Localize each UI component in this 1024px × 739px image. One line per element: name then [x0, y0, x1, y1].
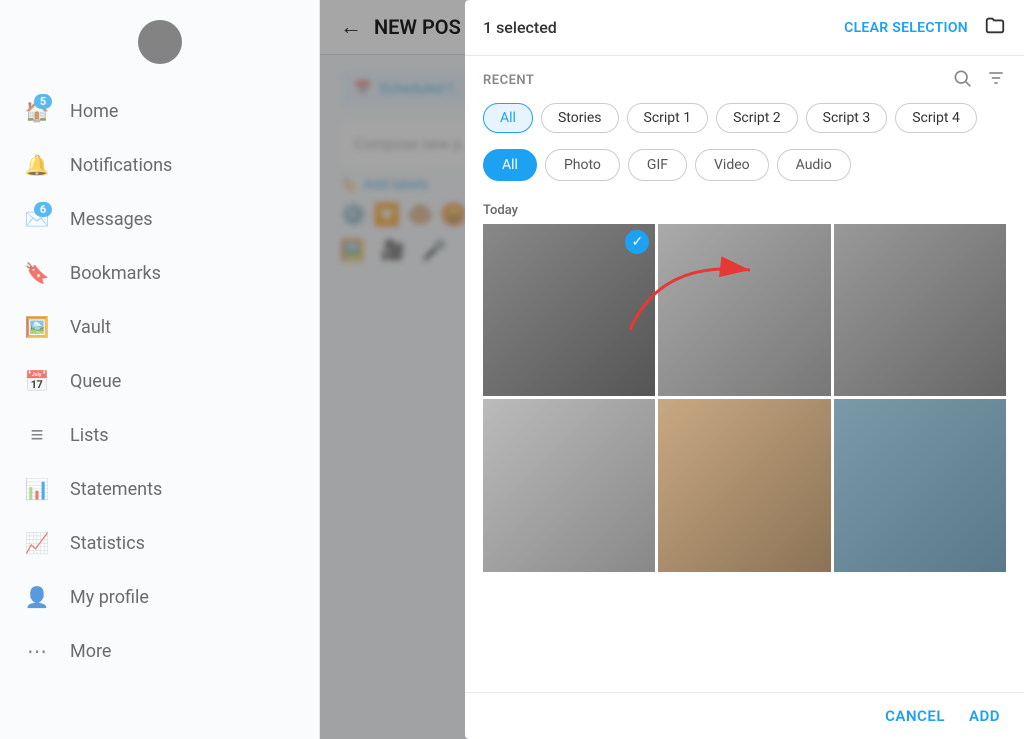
- bookmarks-icon: 🔖: [24, 260, 50, 286]
- sidebar-item-more[interactable]: ⋯ More: [0, 624, 319, 678]
- script-tab-stories[interactable]: Stories: [541, 103, 619, 133]
- sidebar-item-notifications[interactable]: 🔔 Notifications: [0, 138, 319, 192]
- type-tab-all[interactable]: All: [483, 149, 537, 181]
- sidebar-label-queue: Queue: [70, 371, 121, 392]
- check-mark-1: ✓: [625, 230, 649, 254]
- recent-label: RECENT: [483, 68, 1006, 93]
- sidebar-item-bookmarks[interactable]: 🔖 Bookmarks: [0, 246, 319, 300]
- sidebar-item-queue[interactable]: 📅 Queue: [0, 354, 319, 408]
- clear-selection-button[interactable]: CLEAR SELECTION: [844, 20, 968, 36]
- dialog-footer: CANCEL ADD: [465, 692, 1024, 739]
- recent-label-text: RECENT: [483, 73, 534, 88]
- media-cell-1[interactable]: ✓: [483, 224, 655, 396]
- type-tab-video[interactable]: Video: [695, 149, 769, 181]
- sidebar-label-lists: Lists: [70, 425, 109, 446]
- sidebar-label-statistics: Statistics: [70, 533, 145, 554]
- filter-section: RECENT All Stories: [465, 56, 1024, 195]
- sidebar-item-statistics[interactable]: 📈 Statistics: [0, 516, 319, 570]
- add-button[interactable]: ADD: [969, 707, 1000, 725]
- type-tab-audio[interactable]: Audio: [777, 149, 851, 181]
- vault-icon: 🖼️: [24, 314, 50, 340]
- script-tab-script3[interactable]: Script 3: [806, 103, 888, 133]
- sidebar-label-vault: Vault: [70, 317, 111, 338]
- sidebar-item-messages[interactable]: ✉️ Messages 6: [0, 192, 319, 246]
- media-cell-2[interactable]: [658, 224, 830, 396]
- home-badge: 5: [34, 94, 52, 109]
- sidebar-item-home[interactable]: 🏠 Home 5: [0, 84, 319, 138]
- script-tabs: All Stories Script 1 Script 2 Script 3 S…: [483, 103, 1006, 137]
- sidebar-label-bookmarks: Bookmarks: [70, 263, 161, 284]
- sidebar-label-notifications: Notifications: [70, 155, 172, 176]
- script-tab-script4[interactable]: Script 4: [895, 103, 977, 133]
- main-content: ← NEW POS selected 📅 Scheduled f... Comp…: [320, 0, 1024, 739]
- messages-badge: 6: [34, 202, 52, 217]
- sidebar-label-statements: Statements: [70, 479, 162, 500]
- sidebar-item-lists[interactable]: ≡ Lists: [0, 408, 319, 462]
- queue-icon: 📅: [24, 368, 50, 394]
- filter-icon[interactable]: [986, 68, 1006, 93]
- media-cell-4[interactable]: [483, 399, 655, 571]
- date-section-label: Today: [483, 195, 1006, 224]
- profile-icon: 👤: [24, 584, 50, 610]
- sidebar-label-messages: Messages: [70, 209, 153, 230]
- statements-icon: 📊: [24, 476, 50, 502]
- media-dialog: 1 selected CLEAR SELECTION RECENT: [465, 0, 1024, 739]
- search-icon[interactable]: [952, 68, 972, 93]
- sidebar: 🏠 Home 5 🔔 Notifications ✉️ Messages 6 🔖…: [0, 0, 320, 739]
- script-tab-script2[interactable]: Script 2: [716, 103, 798, 133]
- media-cell-5[interactable]: [658, 399, 830, 571]
- dialog-header-right: CLEAR SELECTION: [844, 14, 1006, 41]
- type-tabs: All Photo GIF Video Audio: [483, 149, 1006, 181]
- sidebar-label-home: Home: [70, 101, 118, 122]
- lists-icon: ≡: [24, 422, 50, 448]
- cancel-button[interactable]: CANCEL: [885, 707, 945, 725]
- statistics-icon: 📈: [24, 530, 50, 556]
- media-grid-container: Today ✓: [465, 195, 1024, 692]
- script-tab-script1[interactable]: Script 1: [627, 103, 709, 133]
- media-cell-6[interactable]: [834, 399, 1006, 571]
- recent-label-actions: [952, 68, 1006, 93]
- dialog-header: 1 selected CLEAR SELECTION: [465, 0, 1024, 56]
- sidebar-item-my-profile[interactable]: 👤 My profile: [0, 570, 319, 624]
- selected-count: 1 selected: [483, 18, 557, 37]
- type-tab-photo[interactable]: Photo: [545, 149, 620, 181]
- sidebar-item-vault[interactable]: 🖼️ Vault: [0, 300, 319, 354]
- folder-icon[interactable]: [984, 14, 1006, 41]
- media-cell-3[interactable]: [834, 224, 1006, 396]
- sidebar-label-my-profile: My profile: [70, 587, 149, 608]
- notifications-icon: 🔔: [24, 152, 50, 178]
- type-tab-gif[interactable]: GIF: [628, 149, 687, 181]
- sidebar-label-more: More: [70, 641, 111, 662]
- sidebar-item-statements[interactable]: 📊 Statements: [0, 462, 319, 516]
- media-grid: ✓: [483, 224, 1006, 572]
- avatar[interactable]: [138, 20, 182, 64]
- more-icon: ⋯: [24, 638, 50, 664]
- script-tab-all[interactable]: All: [483, 103, 533, 133]
